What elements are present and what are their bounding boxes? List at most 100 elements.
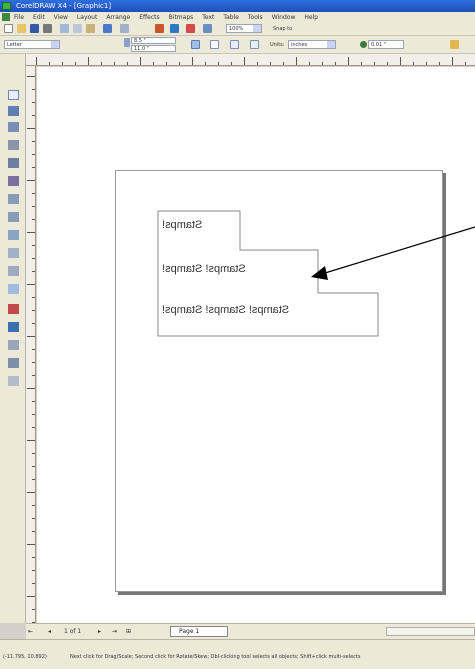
all-pages-icon[interactable] [230,40,239,49]
stamp-text-row-3[interactable]: Stamps! Stamps! Stamps! [162,304,290,316]
menu-arrange[interactable]: Arrange [106,14,130,21]
ruler-tick [32,245,35,246]
paste-icon[interactable] [86,24,95,33]
fill-tool-icon[interactable] [8,358,19,368]
ruler-tick [32,518,35,519]
menu-layout[interactable]: Layout [77,14,97,21]
menu-effects[interactable]: Effects [139,14,159,21]
snap-to-label[interactable]: Snap to [273,26,292,32]
ruler-tick [27,336,35,337]
title-bar: CorelDRAW X4 - [Graphic1] [0,0,475,12]
drawing-page[interactable] [115,170,443,592]
zoom-select[interactable]: 100% [226,24,262,33]
rectangle-tool-icon[interactable] [8,194,19,204]
ruler-tick [140,57,141,65]
menu-file[interactable]: File [14,14,24,21]
redo-icon[interactable] [120,24,129,33]
zoom-tool-icon[interactable] [8,140,19,150]
menu-text[interactable]: Text [202,14,214,21]
page-navigator: ⇤ ◂ 1 of 1 ▸ ⇥ ⊞ Page 1 [26,623,475,639]
nudge-value: 0.01 " [371,42,387,48]
portrait-icon[interactable] [191,40,200,49]
outline-tool-icon[interactable] [8,340,19,350]
menu-tools[interactable]: Tools [248,14,263,21]
ruler-tick [270,62,271,65]
horizontal-ruler[interactable] [26,54,475,66]
ruler-tick [32,89,35,90]
ruler-tick [32,609,35,610]
polygon-tool-icon[interactable] [8,230,19,240]
menu-table[interactable]: Table [223,14,239,21]
ruler-tick [32,427,35,428]
interactive-blend-tool-icon[interactable] [8,304,19,314]
horizontal-scrollbar[interactable] [386,627,475,636]
page-height-field[interactable]: 11.0 " [131,45,176,52]
add-page-icon[interactable]: ⊞ [126,628,131,635]
stamp-text-row-1[interactable]: Stamps! [162,219,203,231]
page-height-value: 11.0 " [134,46,150,52]
page-width-field[interactable]: 8.5 " [131,37,176,44]
ruler-tick [335,62,336,65]
menu-bitmaps[interactable]: Bitmaps [169,14,194,21]
menu-view[interactable]: View [54,14,68,21]
ruler-tick [231,62,232,65]
menu-window[interactable]: Window [272,14,296,21]
ellipse-tool-icon[interactable] [8,212,19,222]
ruler-tick [27,596,35,597]
ruler-tick [257,62,258,65]
ruler-tick [296,57,297,65]
current-page-icon[interactable] [250,40,259,49]
undo-icon[interactable] [103,24,112,33]
menu-edit[interactable]: Edit [33,14,45,21]
last-page-icon[interactable]: ⇥ [112,628,117,635]
ruler-tick [27,76,35,77]
copy-icon[interactable] [73,24,82,33]
ruler-tick [32,479,35,480]
ruler-tick [283,62,284,65]
ruler-tick [32,557,35,558]
units-label: Units: [270,42,285,48]
landscape-icon[interactable] [210,40,219,49]
ruler-tick [32,375,35,376]
vertical-ruler[interactable] [26,66,36,623]
shape-tool-icon[interactable] [8,106,19,116]
application-launcher-icon[interactable] [186,24,195,33]
ruler-tick [49,62,50,65]
print-icon[interactable] [43,24,52,33]
export-icon[interactable] [170,24,179,33]
freehand-tool-icon[interactable] [8,158,19,168]
crop-tool-icon[interactable] [8,122,19,132]
cut-icon[interactable] [60,24,69,33]
next-page-icon[interactable]: ▸ [98,628,101,635]
ruler-tick [27,492,35,493]
basic-shapes-tool-icon[interactable] [8,248,19,258]
ruler-tick [32,401,35,402]
nudge-field[interactable]: 0.01 " [368,40,404,49]
ruler-tick [27,440,35,441]
stamp-text-row-2[interactable]: Stamps! Stamps! [162,263,246,275]
new-document-icon[interactable] [4,24,13,33]
eyedropper-tool-icon[interactable] [8,322,19,332]
save-icon[interactable] [30,24,39,33]
menu-help[interactable]: Help [304,14,318,21]
ruler-tick [32,206,35,207]
welcome-screen-icon[interactable] [203,24,212,33]
pick-tool-icon[interactable] [8,90,19,100]
open-icon[interactable] [17,24,26,33]
first-page-icon[interactable]: ⇤ [28,628,33,635]
previous-page-icon[interactable]: ◂ [48,628,51,635]
units-select[interactable]: inches [288,40,336,49]
ruler-tick [27,232,35,233]
ruler-tick [426,62,427,65]
paper-type-select[interactable]: Letter [4,40,60,49]
import-icon[interactable] [155,24,164,33]
units-value: inches [291,42,308,48]
table-tool-icon[interactable] [8,284,19,294]
interactive-fill-tool-icon[interactable] [8,376,19,386]
ruler-tick [36,57,37,65]
text-tool-icon[interactable] [8,266,19,276]
page-tab[interactable]: Page 1 [170,626,228,637]
smart-fill-tool-icon[interactable] [8,176,19,186]
duplicate-distance-icon[interactable] [450,40,459,49]
ruler-tick [127,62,128,65]
